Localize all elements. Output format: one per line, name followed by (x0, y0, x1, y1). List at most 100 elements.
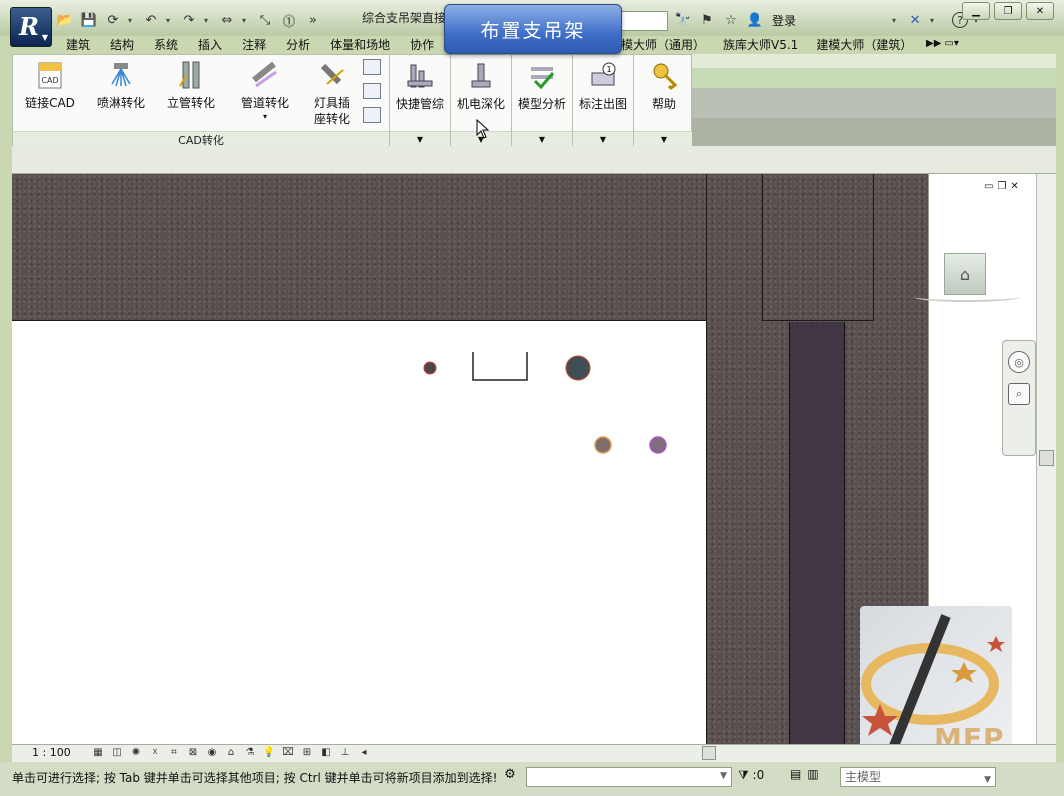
highlight-icon[interactable]: 💡 (261, 746, 277, 760)
duct[interactable] (789, 322, 845, 744)
sun-path-icon[interactable]: ✺ (128, 746, 144, 760)
chevron-down-icon[interactable]: ▾ (242, 16, 250, 25)
chevron-down-icon[interactable]: ▼ (512, 131, 572, 146)
measure-icon[interactable]: ⇔ (218, 11, 236, 29)
chevron-down-icon[interactable]: ▾ (930, 16, 938, 25)
plugin-tabs: 模大师（通用） 族库大师V5.1 建模大师（建筑） (612, 36, 921, 54)
column[interactable] (762, 174, 874, 321)
mep-detail-button[interactable]: 机电深化 (451, 59, 511, 112)
workset-selector[interactable]: ▼ (526, 767, 732, 787)
help-key-icon (648, 59, 680, 93)
show-crop-icon[interactable]: ⊠ (185, 746, 201, 760)
restore-icon[interactable]: ❐ (997, 181, 1006, 192)
design-option-icon[interactable]: ▥ (807, 767, 818, 781)
analytical-model-icon[interactable]: ⚗ (242, 746, 258, 760)
drawing-canvas[interactable] (12, 174, 928, 744)
tab-family-library[interactable]: 族库大师V5.1 (714, 36, 807, 54)
chevron-down-icon[interactable]: ▾ (237, 109, 293, 125)
tab-annotate[interactable]: 注释 (232, 36, 276, 54)
viewcube-face-icon: ⌂ (959, 264, 971, 284)
tab-collaborate[interactable]: 协作 (400, 36, 444, 54)
viewcube[interactable]: ⌂ (944, 253, 986, 295)
pipe-convert-button[interactable]: 管道转化 ▾ (237, 59, 293, 125)
tab-model-master-architecture[interactable]: 建模大师（建筑） (807, 36, 921, 54)
temporary-hide-icon[interactable]: ◉ (204, 746, 220, 760)
chevron-down-icon[interactable]: ▼ (573, 131, 633, 146)
detail-level-icon[interactable]: ▦ (90, 746, 106, 760)
infocenter-toolbar: 🔭 ⚑ ☆ 👤 登录 ▾ ✕ ▾ ? ▾ (674, 10, 982, 30)
maximize-button[interactable]: ❐ (994, 2, 1022, 20)
tab-systems[interactable]: 系统 (144, 36, 188, 54)
worksharing-icon[interactable]: ⊞ (299, 746, 315, 760)
hanger-bracket[interactable] (472, 352, 528, 381)
horizontal-scrollbar-thumb[interactable] (702, 746, 716, 760)
exchange-x-icon[interactable]: ✕ (906, 11, 924, 29)
small-tool-icon[interactable] (363, 107, 381, 123)
filter-icon[interactable]: ⧩ (738, 768, 749, 782)
chevron-down-icon: ▼ (720, 771, 727, 781)
minimize-button[interactable]: ▁ (962, 2, 990, 20)
tab-structure[interactable]: 结构 (100, 36, 144, 54)
ribbon-background (692, 54, 1056, 146)
ribbon-minimize-icon[interactable]: ▭▾ (944, 38, 958, 49)
more-tools-icon[interactable]: » (304, 11, 322, 29)
visual-style-icon[interactable]: ◫ (109, 746, 125, 760)
worksets-icon[interactable]: ⚙ (500, 767, 520, 787)
chevron-down-icon[interactable]: ▾ (204, 16, 212, 25)
chevron-down-icon[interactable]: ▾ (166, 16, 174, 25)
small-pipe[interactable] (423, 361, 437, 375)
zoom-icon[interactable]: ⌕ (1008, 383, 1030, 405)
undo-icon[interactable]: ↶ (142, 11, 160, 29)
steering-wheel-icon[interactable]: ◎ (1008, 351, 1030, 373)
crop-view-icon[interactable]: ⌗ (166, 746, 182, 760)
tab-architecture[interactable]: 建筑 (56, 36, 100, 54)
redo-icon[interactable]: ↷ (180, 11, 198, 29)
design-options-icon[interactable]: ◧ (318, 746, 334, 760)
tab-analyze[interactable]: 分析 (276, 36, 320, 54)
quick-pipe-button[interactable]: 快捷管综 (390, 59, 450, 112)
chevron-left-icon[interactable]: ◂ (356, 746, 372, 760)
model-analysis-button[interactable]: 模型分析 (512, 59, 572, 112)
help-button[interactable]: 帮助 (634, 59, 694, 112)
pipe-orange[interactable] (594, 436, 612, 454)
scrollbar-thumb[interactable] (1039, 450, 1054, 466)
login-link[interactable]: 登录 (772, 12, 796, 29)
annotate-print-button[interactable]: 1 标注出图 (573, 59, 633, 112)
favorites-star-icon[interactable]: ☆ (722, 11, 740, 29)
link-cad-button[interactable]: CAD 链接CAD (23, 59, 77, 111)
close-icon[interactable]: ✕ (1010, 181, 1018, 192)
tab-insert[interactable]: 插入 (188, 36, 232, 54)
minimize-icon[interactable]: ▭ (984, 181, 993, 192)
more-tabs-icon[interactable]: ▶▶ (926, 38, 941, 49)
editable-only-icon[interactable]: ▤ (790, 767, 801, 781)
open-icon[interactable]: 📂 (56, 11, 74, 29)
design-option-selector[interactable]: 主模型 ▼ (840, 767, 996, 787)
close-button[interactable]: ✕ (1026, 2, 1054, 20)
large-pipe[interactable] (565, 355, 591, 381)
vertical-scrollbar[interactable] (1036, 174, 1056, 744)
riser-convert-button[interactable]: 立管转化 (163, 59, 219, 111)
view-scale[interactable]: 1 : 100 (32, 746, 71, 759)
small-tool-icon[interactable] (363, 83, 381, 99)
pipe-purple[interactable] (649, 436, 667, 454)
sprinkler-convert-button[interactable]: 喷淋转化 (93, 59, 149, 111)
tag-icon[interactable]: ⓵ (280, 11, 298, 30)
chevron-down-icon[interactable]: ▼ (634, 131, 694, 146)
small-tool-icon[interactable] (363, 59, 381, 75)
tab-model-master-general[interactable]: 模大师（通用） (612, 36, 714, 54)
constraints-icon[interactable]: ⊥ (337, 746, 353, 760)
chevron-down-icon[interactable]: ▼ (390, 131, 450, 146)
lamp-socket-convert-button[interactable]: 灯具插 座转化 (309, 59, 355, 127)
chevron-down-icon[interactable]: ▾ (892, 16, 900, 25)
chevron-down-icon[interactable]: ▾ (128, 16, 136, 25)
lock-3d-icon[interactable]: ⌧ (280, 746, 296, 760)
sync-icon[interactable]: ⟳ (104, 11, 122, 29)
reveal-hidden-icon[interactable]: ⌂ (223, 746, 239, 760)
application-menu-button[interactable]: R ▼ (10, 7, 52, 47)
shadows-icon[interactable]: ☓ (147, 746, 163, 760)
subscription-icon[interactable]: ⚑ (698, 11, 716, 29)
dimension-icon[interactable]: ⤡ (256, 11, 274, 29)
binoculars-icon[interactable]: 🔭 (674, 11, 692, 29)
save-icon[interactable]: 💾 (80, 11, 98, 29)
tab-massing-site[interactable]: 体量和场地 (320, 36, 400, 54)
